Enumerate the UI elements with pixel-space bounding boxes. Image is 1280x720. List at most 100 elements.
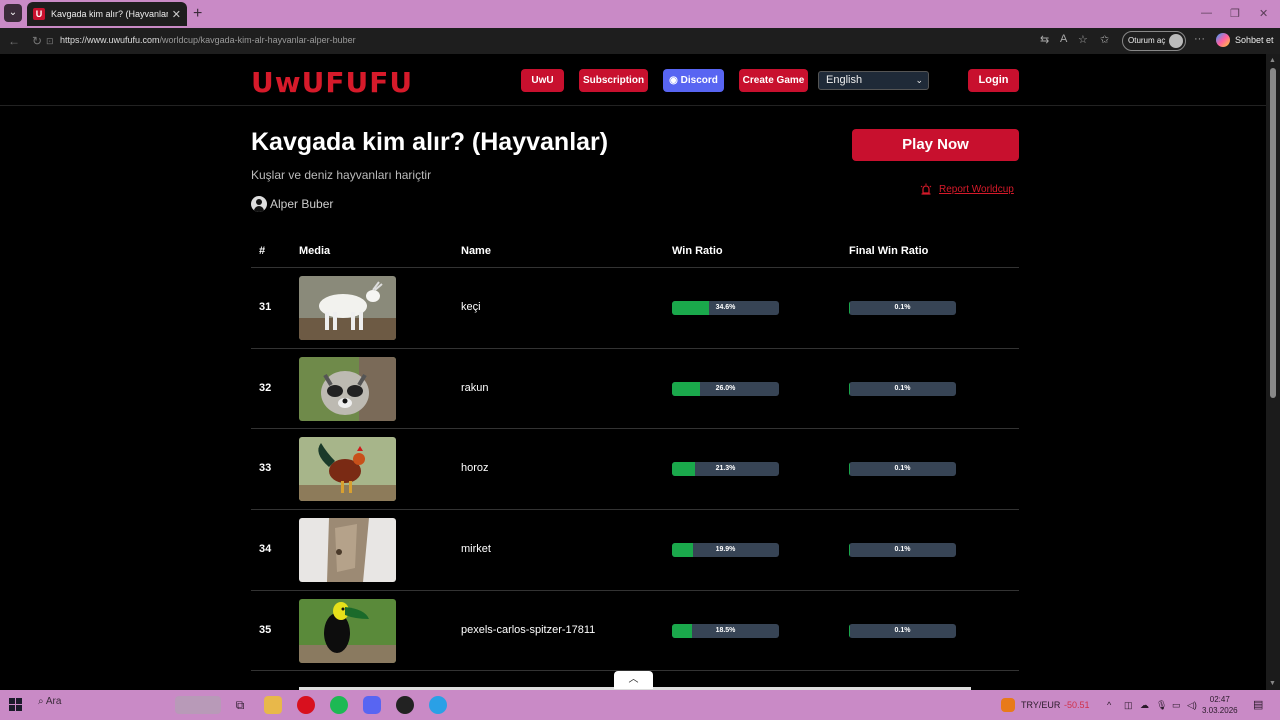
col-media: Media bbox=[299, 245, 331, 257]
page-scrollbar[interactable]: ▲ ▼ bbox=[1266, 54, 1280, 690]
row-name: horoz bbox=[461, 462, 489, 475]
browser-tab-bar: ⌄ U Kavgada kim alır? (Hayvanlar) | Uw ✕… bbox=[0, 0, 1280, 28]
search-label: Ara bbox=[45, 696, 62, 707]
win-ratio-bar: 34.6% bbox=[672, 301, 779, 315]
tray-app-icon[interactable]: ◫ bbox=[1124, 700, 1133, 711]
toucan-image bbox=[299, 598, 396, 663]
profile-avatar-icon bbox=[1169, 34, 1183, 48]
new-tab-plus-icon[interactable]: + bbox=[193, 5, 202, 23]
win-ratio-text: 19.9% bbox=[715, 546, 736, 554]
final-win-ratio-text: 0.1% bbox=[894, 304, 911, 311]
refresh-icon[interactable]: ↻ bbox=[32, 34, 42, 48]
browser-tab-active[interactable]: U Kavgada kim alır? (Hayvanlar) | Uw ✕ bbox=[27, 2, 187, 26]
discord-button[interactable]: ◉ Discord bbox=[663, 69, 724, 92]
scrollbar-thumb[interactable] bbox=[1270, 68, 1276, 398]
favorite-star-icon[interactable]: ☆ bbox=[1078, 33, 1088, 46]
play-now-button[interactable]: Play Now bbox=[852, 129, 1019, 161]
scroll-up-chevron-icon[interactable]: ︿ bbox=[614, 671, 653, 689]
more-options-icon[interactable]: ··· bbox=[1194, 33, 1205, 45]
tray-chevron-icon[interactable]: ^ bbox=[1107, 700, 1111, 710]
tab-close-icon[interactable]: ✕ bbox=[172, 8, 181, 21]
author-link[interactable]: Alper Buber bbox=[251, 196, 333, 212]
windows-taskbar: ⌕ Ara ⧉ TRY/EUR -50.51 ^ ◫ ☁ 🎙︎ ▭ ◁) 02:… bbox=[0, 690, 1280, 720]
scroll-down-arrow-icon[interactable]: ▼ bbox=[1269, 680, 1276, 687]
scroll-up-arrow-icon[interactable]: ▲ bbox=[1269, 57, 1276, 64]
tray-cloud-icon[interactable]: ☁ bbox=[1140, 700, 1149, 711]
page-title: Kavgada kim alır? (Hayvanlar) bbox=[251, 128, 609, 156]
row-rank: 31 bbox=[259, 301, 272, 313]
back-arrow-icon[interactable]: ← bbox=[8, 34, 20, 48]
tab-title: Kavgada kim alır? (Hayvanlar) | Uw bbox=[51, 9, 168, 19]
row-rank: 35 bbox=[259, 623, 272, 636]
notifications-icon[interactable]: ▤ bbox=[1253, 698, 1263, 711]
task-view-icon[interactable]: ⧉ bbox=[231, 696, 249, 714]
win-ratio-text: 21.3% bbox=[715, 465, 736, 473]
window-close-icon[interactable]: ✕ bbox=[1259, 7, 1268, 20]
raccoon-image bbox=[299, 356, 396, 421]
chevron-down-icon: ⌄ bbox=[915, 75, 923, 85]
rooster-image bbox=[299, 437, 396, 502]
spotify-icon[interactable] bbox=[330, 696, 348, 714]
site-logo[interactable]: UwUFUFU bbox=[251, 66, 413, 99]
col-win-ratio: Win Ratio bbox=[672, 245, 723, 257]
table-row: 33 horoz 21.3% 0.1% bbox=[251, 429, 1019, 511]
read-aloud-icon[interactable]: A bbox=[1060, 33, 1067, 45]
table-row: 32 rakun 26.0% 0.1% bbox=[251, 349, 1019, 430]
discord-icon: ◉ bbox=[669, 75, 681, 86]
taskbar-search[interactable]: ⌕ Ara bbox=[38, 696, 61, 707]
final-win-ratio-text: 0.1% bbox=[894, 546, 911, 554]
tab-actions-chevron-icon[interactable]: ⌄ bbox=[4, 4, 22, 22]
row-rank: 32 bbox=[259, 381, 272, 394]
table-row: 35 pexels-carlos-spitzer-17811 18.5% 0.1… bbox=[251, 591, 1019, 672]
uwu-button[interactable]: UwU bbox=[521, 69, 564, 92]
microphone-icon[interactable]: 🎙︎ bbox=[1156, 700, 1167, 711]
minimize-icon[interactable]: — bbox=[1201, 7, 1212, 19]
network-icon[interactable]: ▭ bbox=[1172, 700, 1181, 711]
opera-icon[interactable] bbox=[297, 696, 315, 714]
page-content: UwUFUFU UwU Subscription ◉ Discord Creat… bbox=[0, 54, 1266, 690]
copilot-label: Sohbet et bbox=[1235, 35, 1274, 45]
page-subtitle: Kuşlar ve deniz hayvanları hariçtir bbox=[251, 168, 432, 182]
final-win-ratio-bar: 0.1% bbox=[849, 381, 956, 396]
search-icon: ⌕ bbox=[38, 696, 46, 707]
favorites-icon[interactable]: ✩ bbox=[1100, 33, 1109, 46]
restore-icon[interactable]: ❐ bbox=[1230, 7, 1240, 20]
row-rank: 33 bbox=[259, 462, 272, 475]
file-explorer-icon[interactable] bbox=[264, 696, 282, 714]
login-button[interactable]: Login bbox=[968, 69, 1019, 92]
create-game-button[interactable]: Create Game bbox=[739, 69, 808, 92]
win-ratio-text: 18.5% bbox=[715, 626, 736, 634]
copilot-icon bbox=[1216, 33, 1230, 47]
currency-widget-icon[interactable] bbox=[1001, 698, 1015, 712]
volume-icon[interactable]: ◁) bbox=[1187, 700, 1197, 711]
url-path: /worldcup/kavgada-kim-alr-hayvanlar-alpe… bbox=[159, 35, 356, 45]
translate-icon[interactable]: ⇆ bbox=[1040, 33, 1049, 46]
language-selected: English bbox=[826, 74, 863, 86]
table-header: # Media Name Win Ratio Final Win Ratio bbox=[251, 236, 1019, 268]
url-field[interactable]: https://www.uwufufu.com/worldcup/kavgada… bbox=[60, 35, 356, 45]
taskbar-clock[interactable]: 02:47 3.03.2026 bbox=[1202, 694, 1238, 716]
col-final-win-ratio: Final Win Ratio bbox=[849, 245, 929, 257]
currency-label[interactable]: TRY/EUR bbox=[1021, 700, 1060, 710]
discord-app-icon[interactable] bbox=[363, 696, 381, 714]
currency-change: -50.51 bbox=[1064, 700, 1090, 710]
win-ratio-text: 26.0% bbox=[715, 384, 736, 392]
copilot-button[interactable]: Sohbet et bbox=[1216, 33, 1274, 47]
author-name: Alper Buber bbox=[270, 197, 334, 211]
report-worldcup-link[interactable]: Report Worldcup bbox=[920, 183, 1014, 195]
col-rank: # bbox=[259, 245, 266, 257]
windows-start-icon[interactable] bbox=[9, 698, 23, 712]
sign-in-label: Oturum aç bbox=[1128, 36, 1166, 45]
subscription-button[interactable]: Subscription bbox=[579, 69, 648, 92]
site-info-icon[interactable]: ⊡ bbox=[46, 36, 54, 47]
win-ratio-text: 34.6% bbox=[715, 304, 736, 311]
row-name: pexels-carlos-spitzer-17811 bbox=[461, 623, 596, 636]
obs-icon[interactable] bbox=[396, 696, 414, 714]
meerkat-image bbox=[299, 518, 396, 583]
search-highlight-icon[interactable] bbox=[175, 696, 221, 714]
address-bar: ← ↻ ⊡ https://www.uwufufu.com/worldcup/k… bbox=[0, 28, 1280, 54]
language-select[interactable]: English ⌄ bbox=[818, 71, 929, 90]
sign-in-button[interactable]: Oturum aç bbox=[1122, 31, 1186, 51]
row-name: rakun bbox=[461, 381, 489, 394]
edge-icon[interactable] bbox=[429, 696, 447, 714]
